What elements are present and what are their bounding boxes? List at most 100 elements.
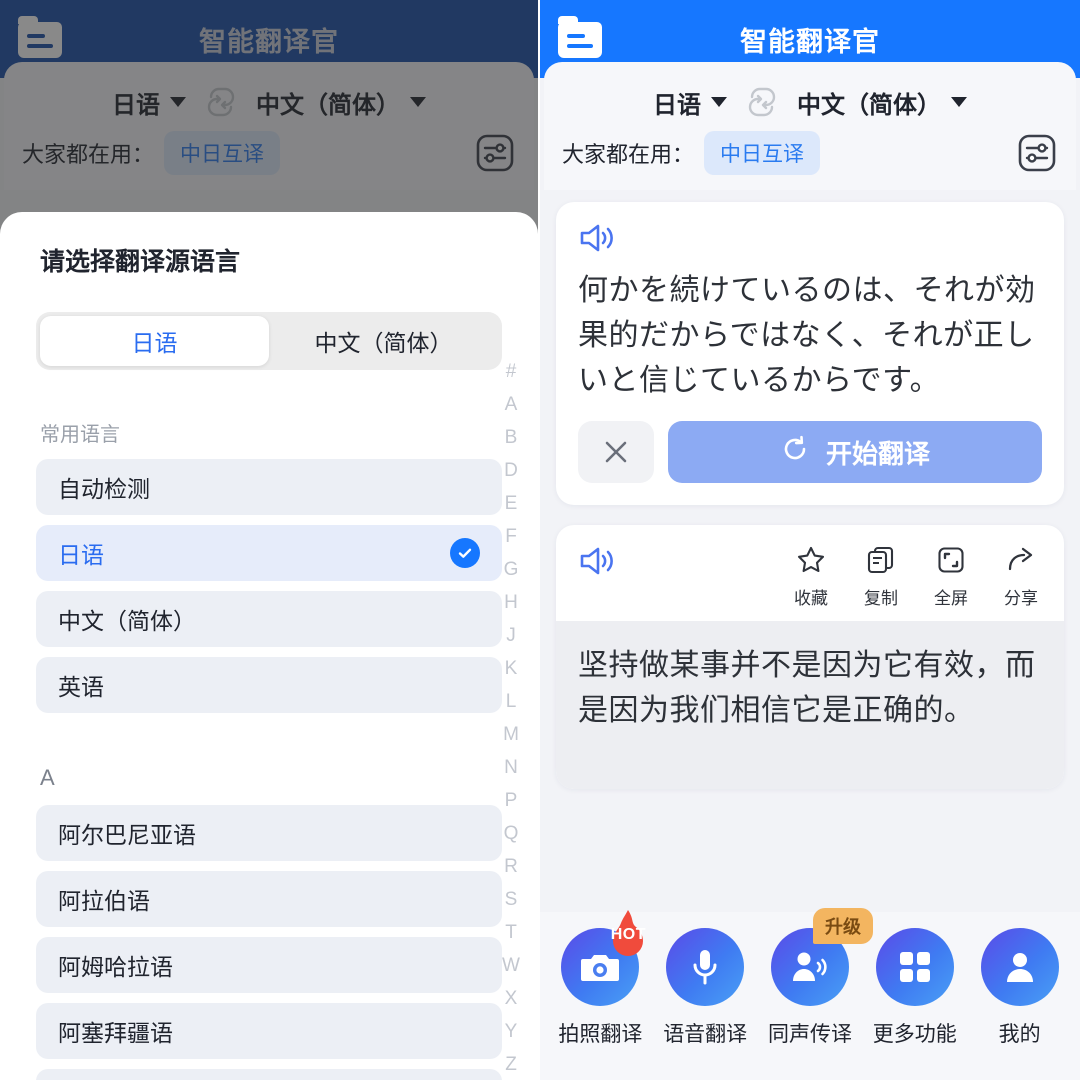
language-bar: 日语 中文（简体） 大家都在用： 中日: [544, 62, 1076, 190]
index-letter[interactable]: A: [505, 395, 518, 414]
result-text-card: 收藏 复制 全屏 分享 坚持做某事并不是因为它有效，而是因为我们相信它是正确的。: [556, 525, 1064, 789]
index-letter[interactable]: R: [504, 857, 518, 876]
target-language-selector[interactable]: 中文（简体）: [797, 85, 967, 120]
source-text[interactable]: 何かを続けているのは、それが効果的だからではなく、それが正しいと信じているからで…: [556, 254, 1064, 407]
app-title: 智能翻译官: [740, 26, 880, 57]
index-letter[interactable]: M: [503, 725, 519, 744]
segment-source[interactable]: 日语: [40, 316, 269, 366]
list-item[interactable]: 阿姆哈拉语: [36, 937, 502, 993]
language-selector-row: 日语 中文（简体）: [562, 80, 1058, 124]
index-letter[interactable]: Z: [505, 1055, 517, 1074]
copy-icon: [866, 545, 896, 580]
sheet-title: 请选择翻译源语言: [40, 248, 241, 276]
nav-label: 语音翻译: [663, 1023, 748, 1046]
popular-pair-chip[interactable]: 中日互译: [704, 131, 821, 175]
index-letter[interactable]: K: [505, 659, 518, 678]
popular-pair-row: 大家都在用： 中日互译: [562, 130, 1058, 176]
language-name: 英语: [58, 674, 104, 700]
index-letter[interactable]: P: [505, 791, 518, 810]
swap-arrows-icon[interactable]: [745, 87, 779, 117]
fullscreen-icon: [936, 545, 966, 580]
language-name: 自动检测: [58, 476, 150, 502]
index-letter[interactable]: X: [505, 989, 518, 1008]
index-letter[interactable]: W: [502, 956, 520, 975]
check-circle-icon: [450, 538, 480, 568]
folder-document-icon: [558, 16, 602, 58]
person-speaking-icon: 升级: [770, 908, 873, 1006]
language-name: 中文（简体）: [58, 608, 196, 634]
common-languages-heading: 常用语言: [40, 424, 120, 446]
star-icon: [796, 545, 826, 580]
index-letter[interactable]: H: [504, 593, 518, 612]
alphabet-index-bar[interactable]: # A B D E F G H J K L M N P Q R S T W X: [494, 362, 528, 1074]
list-item[interactable]: 自动检测: [36, 459, 502, 515]
hot-badge: HOT: [597, 906, 659, 968]
language-select-sheet: 请选择翻译源语言 日语 中文（简体） 常用语言 自动检测 日语 中文（简体） 英…: [0, 212, 538, 1080]
camera-icon: HOT: [561, 910, 646, 1006]
chevron-down-icon: [711, 97, 727, 107]
language-name: 阿姆哈拉语: [58, 954, 173, 980]
nav-label: 更多功能: [872, 1023, 957, 1046]
start-translate-button[interactable]: 开始翻译: [668, 421, 1042, 483]
index-letter[interactable]: F: [505, 527, 517, 546]
share-button[interactable]: 分享: [1004, 545, 1038, 609]
list-item[interactable]: 阿尔巴尼亚语: [36, 805, 502, 861]
copy-button[interactable]: 复制: [864, 545, 898, 609]
right-screen: 智能翻译官 日语 中文（简体） 大家都在用： 中日互译 何かを続けているのは、そ…: [540, 0, 1080, 1080]
sliders-settings-icon[interactable]: [1016, 132, 1058, 174]
index-letter[interactable]: Y: [505, 1022, 518, 1041]
segment-target[interactable]: 中文（简体）: [269, 316, 498, 366]
language-name: 阿塞拜疆语: [58, 1020, 173, 1046]
translation-content: 何かを続けているのは、それが効果的だからではなく、それが正しいと信じているからで…: [540, 190, 1080, 789]
list-item[interactable]: 日语: [36, 525, 502, 581]
chevron-down-icon: [951, 97, 967, 107]
nav-label: 同声传译: [767, 1023, 852, 1046]
user-profile-icon: [980, 928, 1059, 1006]
source-language-selector[interactable]: 日语: [653, 85, 727, 120]
list-item[interactable]: 阿塞拜疆语: [36, 1003, 502, 1059]
share-label: 分享: [1004, 589, 1038, 608]
index-letter[interactable]: #: [506, 362, 517, 381]
index-letter[interactable]: Q: [504, 824, 519, 843]
nav-item-voice-translate[interactable]: 语音翻译: [657, 928, 753, 1048]
nav-label: 拍照翻译: [558, 1023, 643, 1046]
nav-item-photo-translate[interactable]: HOT 拍照翻译: [552, 910, 648, 1048]
list-item[interactable]: 阿拉伯语: [36, 871, 502, 927]
index-letter[interactable]: D: [504, 461, 518, 480]
left-screen: 智能翻译官 日语 中文（简体）: [0, 0, 540, 1080]
start-translate-label: 开始翻译: [825, 438, 930, 469]
list-item[interactable]: 英语: [36, 657, 502, 713]
list-item[interactable]: 爱尔兰语: [36, 1069, 502, 1080]
index-letter[interactable]: G: [504, 560, 519, 579]
speaker-sound-icon[interactable]: [578, 222, 616, 254]
nav-label: 我的: [998, 1023, 1041, 1046]
screenshot-root: 智能翻译官 日语 中文（简体）: [0, 0, 1080, 1080]
share-arrow-icon: [1006, 545, 1036, 580]
speaker-sound-icon[interactable]: [578, 545, 616, 577]
favorite-button[interactable]: 收藏: [794, 545, 828, 609]
index-letter[interactable]: T: [505, 923, 517, 942]
index-letter[interactable]: E: [505, 494, 518, 513]
target-language-label: 中文（简体）: [797, 91, 941, 119]
letter-group-heading: A: [40, 765, 55, 790]
index-letter[interactable]: N: [504, 758, 518, 777]
source-text-card: 何かを続けているのは、それが効果的だからではなく、それが正しいと信じているからで…: [556, 202, 1064, 505]
nav-item-simultaneous-interpretation[interactable]: 升级 同声传译: [762, 908, 873, 1048]
result-action-bar: 收藏 复制 全屏 分享: [794, 545, 1042, 609]
result-text: 坚持做某事并不是因为它有效，而是因为我们相信它是正确的。: [556, 621, 1064, 789]
nav-item-profile[interactable]: 我的: [972, 928, 1068, 1048]
language-name: 阿拉伯语: [58, 888, 150, 914]
language-direction-segmented: 日语 中文（简体）: [36, 312, 502, 370]
refresh-circle-icon: [780, 434, 810, 471]
language-name: 日语: [58, 542, 104, 568]
popular-pair-label: 大家都在用：: [562, 142, 695, 167]
index-letter[interactable]: L: [506, 692, 517, 711]
microphone-icon: [666, 928, 745, 1006]
close-icon[interactable]: [578, 421, 654, 483]
list-item[interactable]: 中文（简体）: [36, 591, 502, 647]
index-letter[interactable]: S: [505, 890, 518, 909]
fullscreen-button[interactable]: 全屏: [934, 545, 968, 609]
index-letter[interactable]: J: [506, 626, 516, 645]
nav-item-more-features[interactable]: 更多功能: [867, 928, 963, 1048]
index-letter[interactable]: B: [505, 428, 518, 447]
